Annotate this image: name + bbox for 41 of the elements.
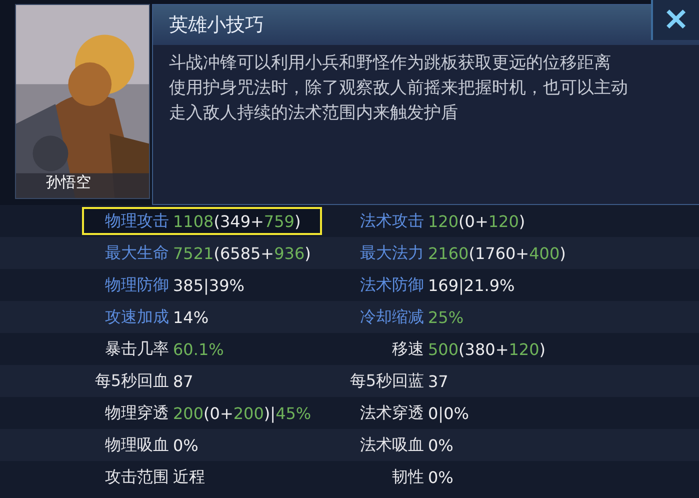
stat-label: 每5秒回血 — [94, 370, 169, 392]
stat-label: 冷却缩减 — [359, 306, 424, 328]
stat-label: 攻击范围 — [104, 466, 169, 488]
stat-value: 169|21.9% — [428, 276, 515, 294]
stat-label: 最大生命 — [104, 242, 169, 264]
stat-label: 物理攻击 — [104, 210, 169, 232]
tip-text: 斗战冲锋可以利用小兵和野怪作为跳板获取更远的位移距离 — [169, 52, 612, 75]
stat-label: 移速 — [391, 338, 424, 360]
stat-label: 物理吸血 — [104, 434, 169, 456]
stat-label: 每5秒回蓝 — [348, 370, 424, 392]
stat-label: 物理防御 — [104, 274, 169, 296]
stat-value: 120(0+120) — [428, 212, 526, 230]
stat-label: 暴击几率 — [104, 338, 169, 360]
hero-name: 孙悟空 — [46, 173, 91, 192]
stat-label: 法术攻击 — [359, 210, 424, 232]
stat-value: 近程 — [173, 466, 205, 488]
stat-value: 14% — [173, 308, 209, 326]
stat-value: 0% — [173, 436, 198, 454]
stat-label: 法术穿透 — [359, 402, 424, 424]
stat-value: 200(0+200)|45% — [173, 404, 312, 422]
stat-value: 385|39% — [173, 276, 244, 294]
stat-value: 25% — [428, 308, 464, 326]
stat-label: 最大法力 — [359, 242, 424, 264]
stat-label: 物理穿透 — [104, 402, 169, 424]
stat-value: 1108(349+759) — [173, 212, 301, 230]
stat-value: 37 — [428, 372, 448, 390]
stat-value: 60.1% — [173, 340, 224, 358]
stat-label: 韧性 — [391, 466, 424, 488]
stat-value: 500(380+120) — [428, 340, 546, 358]
stat-value: 0|0% — [428, 404, 469, 422]
stat-value: 7521(6585+936) — [173, 244, 311, 262]
stat-label: 法术吸血 — [359, 434, 424, 456]
stat-value: 0% — [428, 436, 454, 454]
close-button[interactable]: ✕ — [651, 0, 699, 40]
tip-text: 使用护身咒法时，除了观察敌人前摇来把握时机，也可以主动走入敌人持续的法术范围内来触发护盾 — [169, 77, 629, 125]
stat-label: 法术防御 — [359, 274, 424, 296]
stat-label: 攻速加成 — [104, 306, 169, 328]
stat-value: 2160(1760+400) — [428, 244, 566, 262]
tips-title: 英雄小技巧 — [169, 13, 264, 38]
stat-value: 87 — [173, 372, 194, 390]
stat-value: 0% — [428, 468, 454, 486]
